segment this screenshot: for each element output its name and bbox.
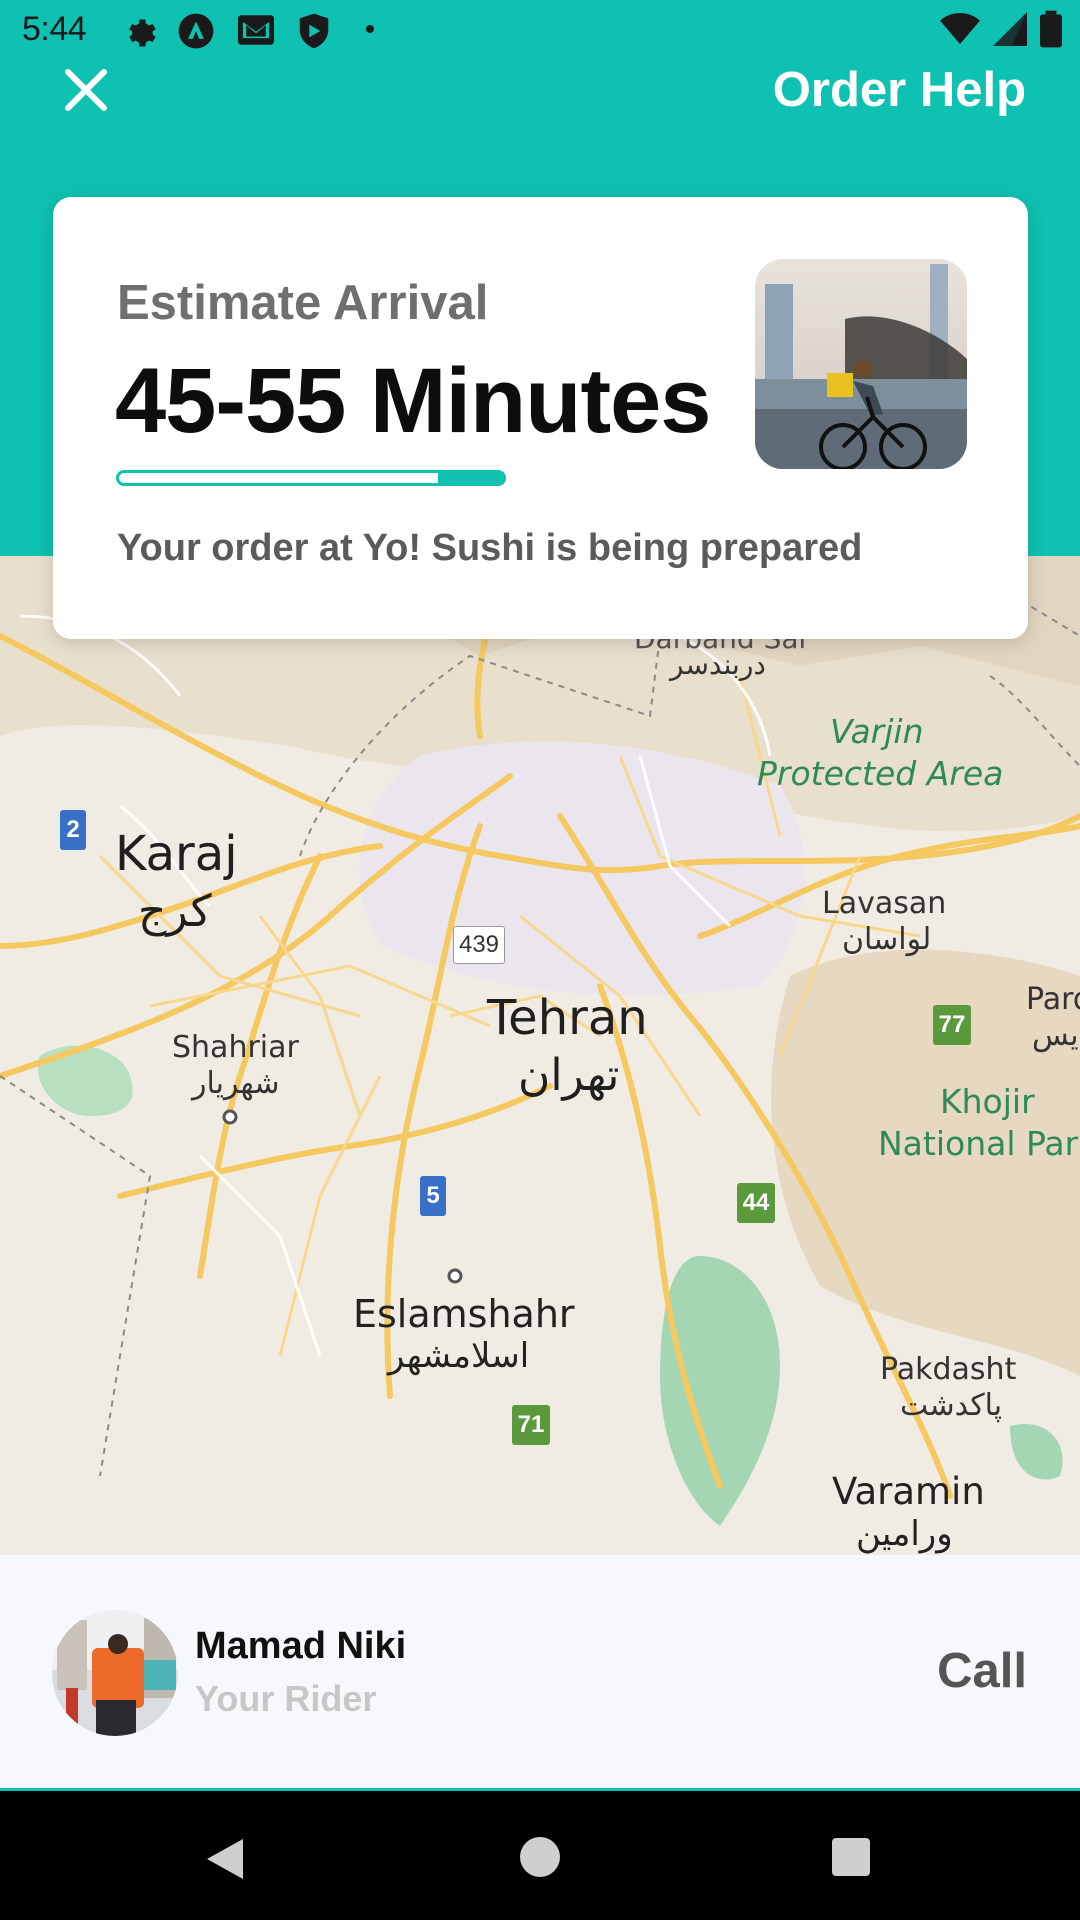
estimate-arrival-time: 45-55 Minutes bbox=[115, 350, 711, 452]
rider-avatar bbox=[52, 1610, 178, 1736]
estimate-arrival-label: Estimate Arrival bbox=[117, 276, 489, 330]
mail-icon bbox=[238, 15, 274, 45]
order-status-text: Your order at Yo! Sushi is being prepare… bbox=[117, 527, 863, 569]
map-label-khojir: Khojir bbox=[940, 1082, 1035, 1121]
map-label-tehran-en: Tehran bbox=[487, 990, 648, 1046]
map-label-lavasan-en: Lavasan bbox=[822, 886, 947, 921]
map-label-pardis-en: Pard bbox=[1026, 982, 1080, 1017]
map-label-varjin: Varjin bbox=[830, 712, 924, 751]
recents-square-icon[interactable] bbox=[832, 1838, 870, 1876]
order-progress-bar bbox=[116, 470, 506, 486]
rider-role: Your Rider bbox=[195, 1678, 377, 1719]
route-shield-5: 5 bbox=[420, 1176, 446, 1216]
route-shield-71: 71 bbox=[512, 1405, 550, 1445]
order-progress-fill bbox=[437, 473, 503, 483]
status-time: 5:44 bbox=[22, 10, 87, 48]
back-triangle-icon[interactable] bbox=[205, 1837, 245, 1881]
order-help-button[interactable]: Order Help bbox=[773, 62, 1026, 118]
map-label-pardis-fa: دیس bbox=[1032, 1018, 1080, 1053]
map-label-eslamshahr-fa: اسلامشهر bbox=[388, 1336, 530, 1376]
route-shield-44: 44 bbox=[737, 1183, 775, 1223]
map-label-darband-fa: دربندسر bbox=[670, 648, 766, 681]
map-view[interactable]: Darband Sar دربندسر Varjin Protected Are… bbox=[0, 556, 1080, 1555]
shield-icon bbox=[299, 13, 329, 49]
wifi-icon bbox=[940, 13, 980, 44]
close-icon bbox=[65, 69, 107, 111]
rider-info-bar: Mamad Niki Your Rider Call bbox=[0, 1555, 1080, 1791]
call-button[interactable]: Call bbox=[937, 1643, 1027, 1699]
map-label-varamin-en: Varamin bbox=[832, 1470, 985, 1513]
settings-icon bbox=[129, 19, 156, 47]
map-label-pakdasht-fa: پاکدشت bbox=[900, 1388, 1003, 1423]
signal-icon bbox=[993, 12, 1027, 46]
map-label-khojir-park: National Par bbox=[878, 1124, 1079, 1163]
map-label-lavasan-fa: لواسان bbox=[842, 922, 932, 957]
close-button[interactable] bbox=[60, 64, 112, 116]
vpn-icon bbox=[178, 13, 214, 49]
map-label-varjin-area: Protected Area bbox=[757, 754, 1004, 793]
map-label-pakdasht-en: Pakdasht bbox=[880, 1352, 1017, 1387]
map-label-karaj-en: Karaj bbox=[115, 826, 238, 882]
map-label-varamin-fa: ورامین bbox=[856, 1514, 953, 1554]
map-label-shahriar-fa: شهریار bbox=[192, 1066, 280, 1101]
map-label-shahriar-en: Shahriar bbox=[172, 1030, 299, 1065]
arrival-card: Estimate Arrival 45-55 Minutes Your orde… bbox=[53, 197, 1028, 639]
map-label-karaj-fa: کرج bbox=[138, 886, 212, 937]
system-navigation-bar bbox=[0, 1791, 1080, 1920]
rider-name: Mamad Niki bbox=[195, 1625, 407, 1667]
dot-icon bbox=[366, 25, 374, 33]
status-bar: 5:44 bbox=[0, 0, 1080, 62]
map-label-eslamshahr-en: Eslamshahr bbox=[353, 1292, 575, 1336]
route-shield-439: 439 bbox=[453, 926, 505, 964]
route-shield-77: 77 bbox=[933, 1005, 971, 1045]
home-circle-icon[interactable] bbox=[520, 1837, 560, 1877]
battery-icon bbox=[1040, 10, 1062, 48]
route-shield-2: 2 bbox=[60, 810, 86, 850]
rider-cycling-image bbox=[755, 259, 967, 469]
map-label-tehran-fa: تهران bbox=[518, 1050, 620, 1101]
